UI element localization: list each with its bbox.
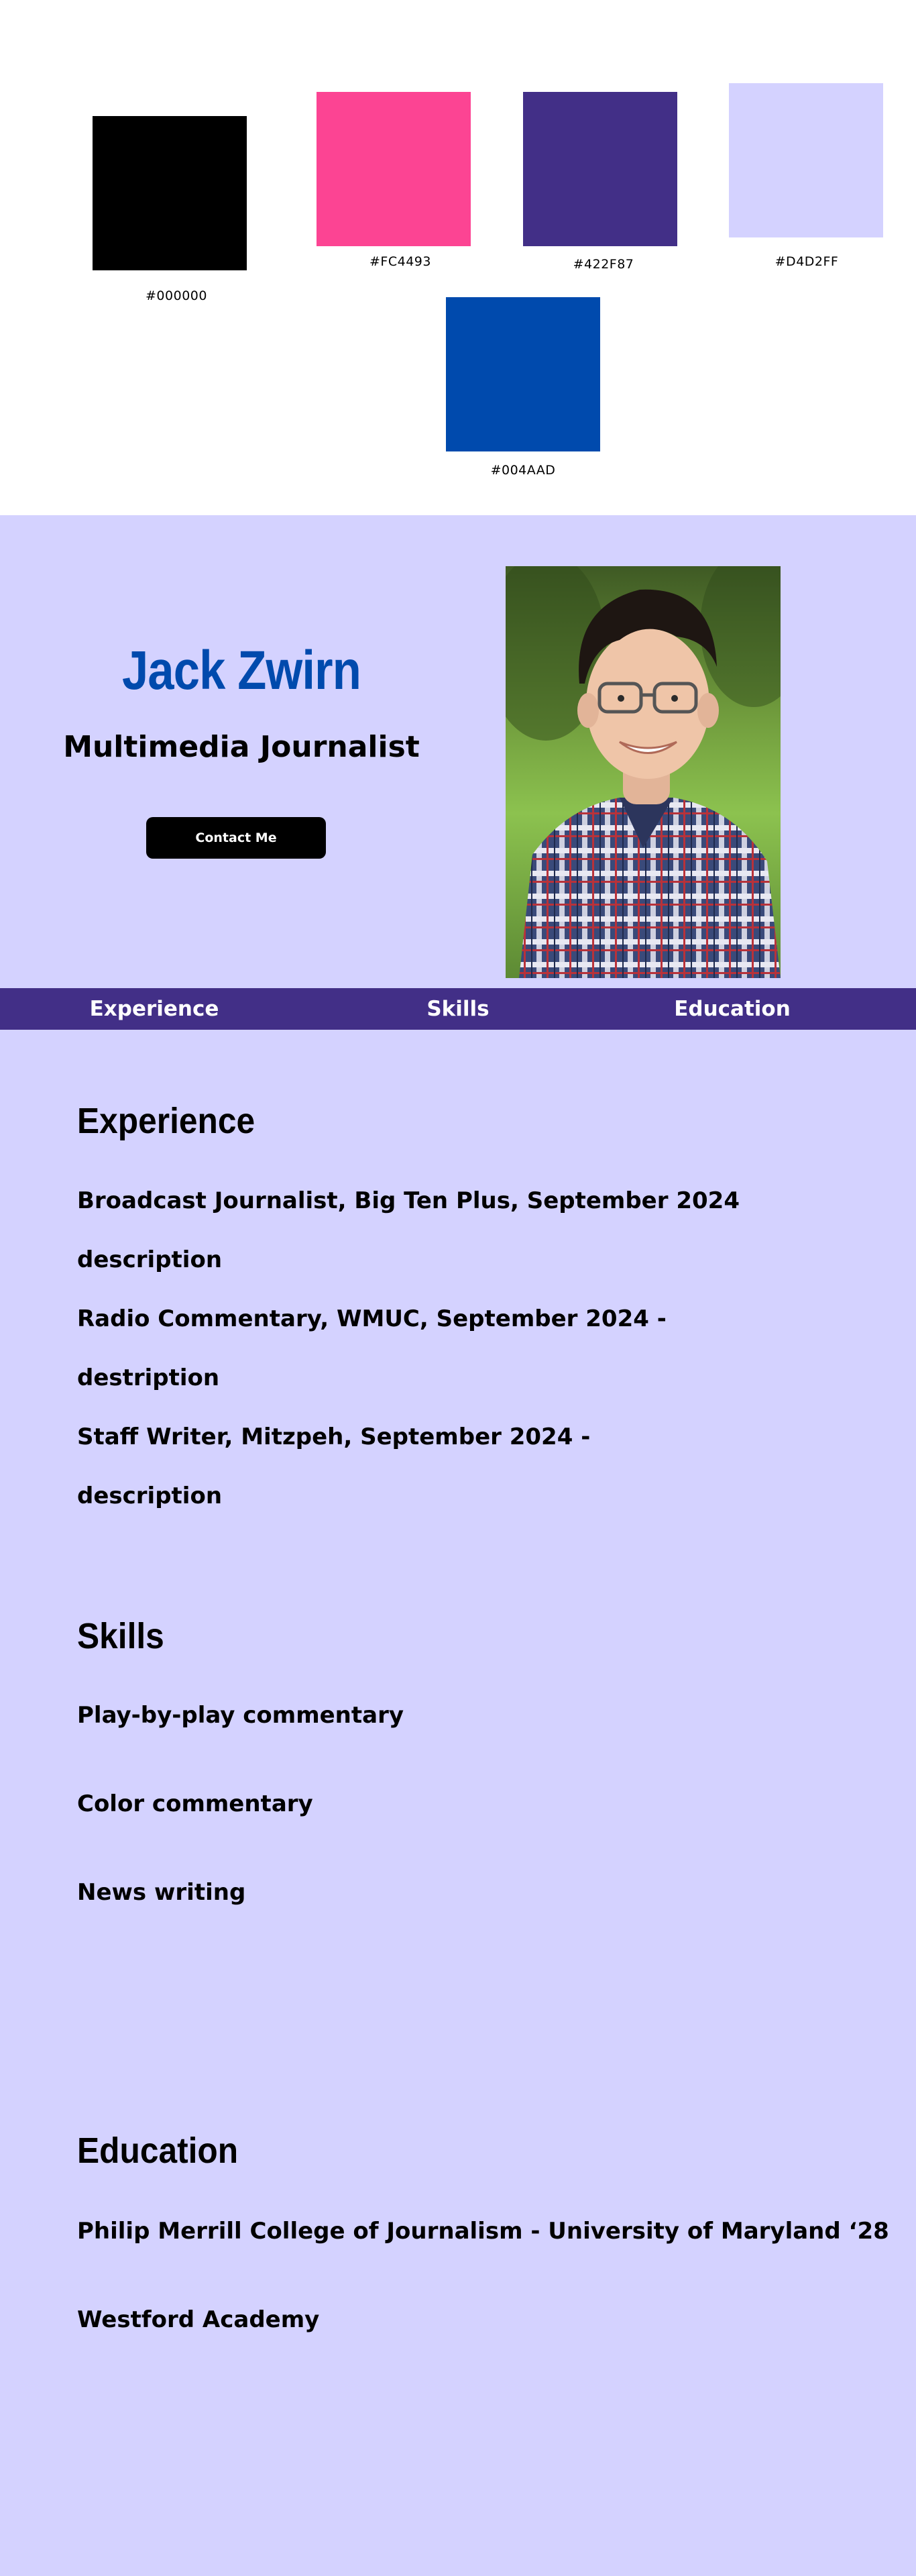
swatch-label: #000000: [146, 288, 207, 303]
contact-me-button[interactable]: Contact Me: [146, 817, 326, 859]
swatch-purple: [523, 92, 677, 246]
experience-line: description: [77, 1483, 223, 1509]
nav-experience[interactable]: Experience: [67, 988, 241, 1030]
swatch-blue: [446, 297, 600, 451]
hero-name: Jack Zwirn: [122, 640, 361, 701]
swatch-label: #FC4493: [369, 254, 431, 269]
swatch-label: #422F87: [573, 257, 634, 272]
swatch-black: [93, 116, 247, 270]
experience-line: Radio Commentary, WMUC, September 2024 -: [77, 1305, 667, 1332]
section-nav: Experience Skills Education: [0, 988, 916, 1030]
education-item: Westford Academy: [77, 2306, 320, 2333]
experience-line: Broadcast Journalist, Big Ten Plus, Sept…: [77, 1187, 740, 1214]
hero-title: Multimedia Journalist: [63, 730, 420, 764]
nav-skills[interactable]: Skills: [391, 988, 525, 1030]
skill-item: News writing: [77, 1879, 246, 1906]
skills-heading: Skills: [77, 1616, 164, 1656]
education-item: Philip Merrill College of Journalism - U…: [77, 2218, 889, 2245]
education-heading: Education: [77, 2131, 239, 2171]
experience-line: destription: [77, 1364, 220, 1391]
color-palette-section: #000000 #FC4493 #422F87 #D4D2FF #004AAD: [0, 0, 916, 515]
hero-section: Jack Zwirn Multimedia Journalist Contact…: [0, 515, 916, 988]
skill-item: Play-by-play commentary: [77, 1702, 404, 1729]
portrait-photo: [506, 566, 781, 978]
swatch-label: #004AAD: [490, 463, 556, 478]
nav-education[interactable]: Education: [645, 988, 819, 1030]
content-section: Experience Broadcast Journalist, Big Ten…: [0, 1030, 916, 2576]
experience-line: description: [77, 1246, 223, 1273]
experience-line: Staff Writer, Mitzpeh, September 2024 -: [77, 1424, 591, 1450]
experience-heading: Experience: [77, 1101, 255, 1141]
skill-item: Color commentary: [77, 1790, 313, 1817]
swatch-label: #D4D2FF: [775, 254, 839, 269]
swatch-pink: [317, 92, 471, 246]
swatch-lavender: [729, 83, 883, 237]
